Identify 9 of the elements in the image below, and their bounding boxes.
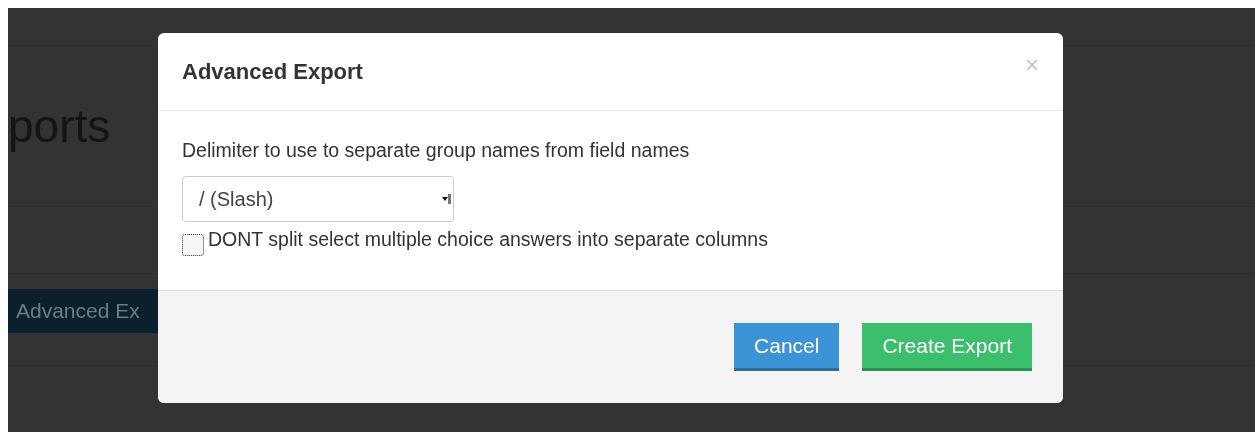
cancel-button[interactable]: Cancel bbox=[734, 323, 840, 371]
delimiter-label: Delimiter to use to separate group names from field names bbox=[182, 139, 690, 162]
create-export-button[interactable]: Create Export bbox=[862, 323, 1032, 371]
checkbox[interactable] bbox=[182, 234, 204, 256]
caret-icon bbox=[442, 194, 451, 204]
delimiter-dropdown[interactable]: / (Slash) bbox=[182, 176, 454, 222]
dialog-title: Advanced Export bbox=[182, 58, 363, 85]
close-button[interactable]: × bbox=[1025, 50, 1039, 79]
checkbox-label: DONT split select multiple choice answers into separate columns bbox=[208, 228, 768, 251]
